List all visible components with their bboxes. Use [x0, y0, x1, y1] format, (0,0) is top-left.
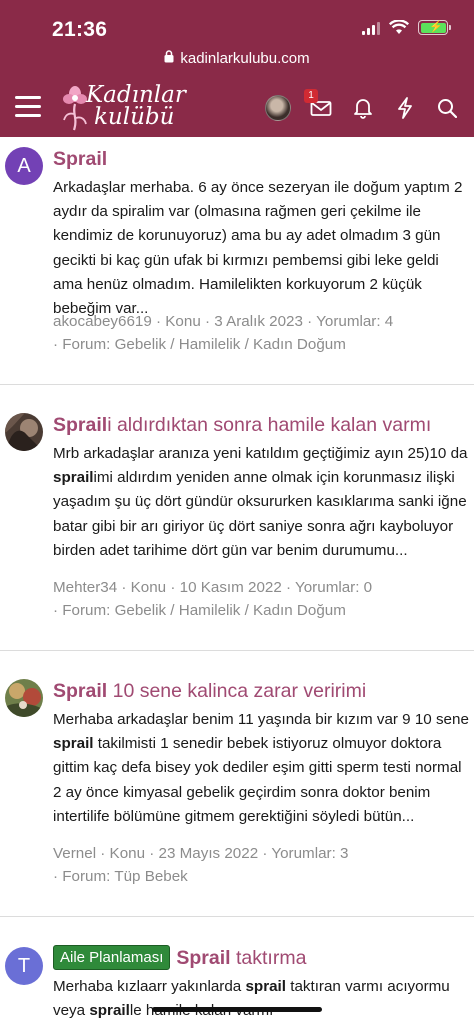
- lightning-bolt-icon: [398, 97, 412, 119]
- snippet-highlight: sprail: [53, 469, 94, 487]
- result-avatar[interactable]: [5, 679, 43, 717]
- logo-line-2: kulübü: [94, 104, 175, 130]
- result-title[interactable]: Sprail: [53, 147, 107, 171]
- result-meta: akocabey6619 · Konu · 3 Aralık 2023 · Yo…: [53, 311, 393, 356]
- result-meta-line2[interactable]: · Forum: Gebelik / Hamilelik / Kadın Doğ…: [53, 600, 372, 623]
- result-meta: Vernel · Konu · 23 Mayıs 2022 · Yorumlar…: [53, 843, 348, 888]
- result-title[interactable]: Sprail 10 sene kalinca zarar veririmi: [53, 679, 366, 703]
- result-avatar[interactable]: [5, 413, 43, 451]
- result-item: A Sprail Arkadaşlar merhaba. 6 ay önce s…: [0, 137, 474, 385]
- result-meta-line2[interactable]: · Forum: Gebelik / Hamilelik / Kadın Doğ…: [53, 334, 393, 357]
- url-bar[interactable]: kadinlarkulubu.com: [0, 50, 474, 67]
- result-meta-line1[interactable]: Vernel · Konu · 23 Mayıs 2022 · Yorumlar…: [53, 843, 348, 866]
- result-snippet: Merhaba kızlaarr yakınlarda sprail taktı…: [53, 975, 471, 1023]
- wifi-icon: [389, 20, 409, 34]
- search-button[interactable]: [434, 95, 460, 121]
- result-snippet: Arkadaşlar merhaba. 6 ay önce sezeryan i…: [53, 179, 463, 318]
- status-time: 21:36: [52, 18, 108, 41]
- result-item: Sprail 10 sene kalinca zarar veririmi Me…: [0, 651, 474, 917]
- thread-prefix-label[interactable]: Aile Planlaması: [53, 945, 171, 970]
- title-rest: 10 sene kalinca zarar veririmi: [107, 680, 367, 702]
- snippet-text: Merhaba kızlaarr yakınlarda: [53, 978, 246, 995]
- title-rest: taktırma: [230, 947, 307, 969]
- result-title[interactable]: Aile Planlaması Sprail taktırma: [53, 945, 306, 970]
- snippet-text: takilmisti 1 senedir bebek istiyoruz olm…: [53, 735, 462, 825]
- result-avatar[interactable]: A: [5, 147, 43, 185]
- battery-icon: ⚡: [418, 20, 451, 35]
- cellular-signal-icon: [362, 21, 380, 35]
- alerts-button[interactable]: [350, 95, 376, 121]
- snippet-text: Mrb arkadaşlar aranıza yeni katıldım geç…: [53, 445, 468, 462]
- inbox-button[interactable]: 1: [304, 89, 334, 121]
- snippet-text: imi aldırdım yeniden anne olmak için kor…: [53, 469, 467, 559]
- title-highlight: Sprail: [53, 414, 108, 436]
- hamburger-menu-icon[interactable]: [15, 96, 41, 118]
- whats-new-button[interactable]: [392, 95, 418, 121]
- result-meta-line1[interactable]: Mehter34 · Konu · 10 Kasım 2022 · Yoruml…: [53, 577, 372, 600]
- result-meta-line1[interactable]: akocabey6619 · Konu · 3 Aralık 2023 · Yo…: [53, 311, 393, 334]
- result-snippet: Merhaba arkadaşlar benim 11 yaşında bir …: [53, 708, 471, 829]
- home-indicator[interactable]: [152, 1007, 322, 1012]
- user-photo-avatar: [5, 679, 43, 717]
- title-highlight: Sprail: [53, 148, 108, 170]
- nav-actions: 1: [265, 89, 460, 121]
- result-avatar[interactable]: T: [5, 947, 43, 985]
- user-photo-avatar: [5, 413, 43, 451]
- result-snippet: Mrb arkadaşlar aranıza yeni katıldım geç…: [53, 442, 471, 563]
- title-rest: i aldırdıktan sonra hamile kalan varmı: [107, 414, 432, 436]
- status-icons: ⚡: [362, 20, 451, 35]
- result-item: Spraili aldırdıktan sonra hamile kalan v…: [0, 385, 474, 651]
- site-header: 21:36 ⚡ kadinlarkulubu.com Kadınlar kulü…: [0, 0, 474, 137]
- user-avatar[interactable]: [265, 95, 291, 121]
- snippet-highlight: sprail: [53, 735, 94, 753]
- result-meta-line2[interactable]: · Forum: Tüp Bebek: [53, 866, 348, 889]
- search-results: A Sprail Arkadaşlar merhaba. 6 ay önce s…: [0, 137, 474, 1024]
- site-logo[interactable]: Kadınlar kulübü: [60, 82, 186, 132]
- url-text: kadinlarkulubu.com: [180, 50, 310, 67]
- bell-icon: [354, 99, 372, 119]
- lock-icon: [164, 50, 174, 67]
- title-highlight: Sprail: [53, 680, 108, 702]
- inbox-badge: 1: [304, 89, 318, 103]
- search-icon: [438, 99, 457, 118]
- logo-text: Kadınlar kulübü: [86, 84, 186, 130]
- result-title[interactable]: Spraili aldırdıktan sonra hamile kalan v…: [53, 413, 431, 437]
- snippet-text: Merhaba arkadaşlar benim 11 yaşında bir …: [53, 711, 469, 728]
- snippet-highlight: sprail: [89, 1002, 130, 1020]
- title-highlight: Sprail: [176, 947, 231, 969]
- result-meta: Mehter34 · Konu · 10 Kasım 2022 · Yoruml…: [53, 577, 372, 622]
- snippet-highlight: sprail: [245, 978, 286, 995]
